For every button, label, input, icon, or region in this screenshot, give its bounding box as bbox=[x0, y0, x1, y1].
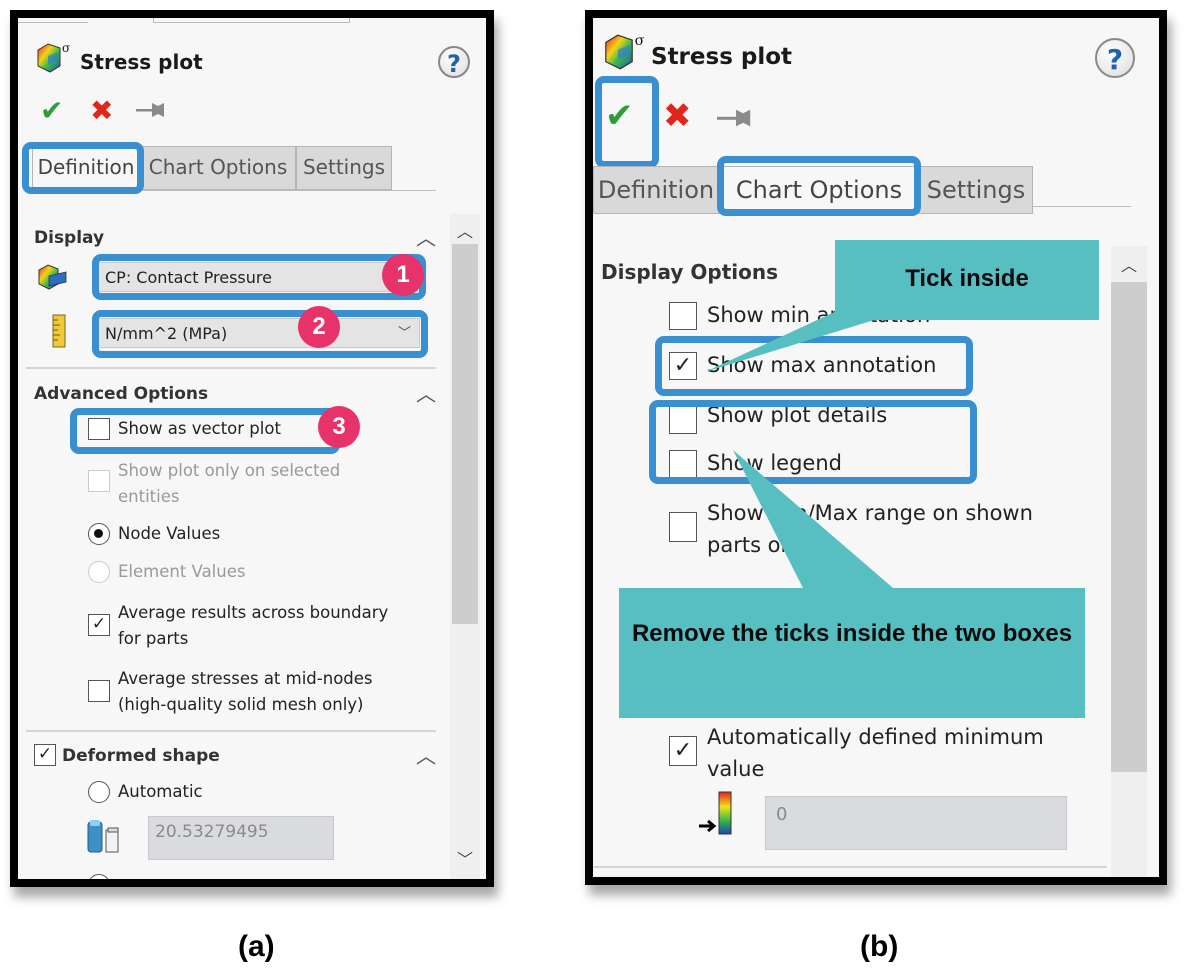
step-badge-1: 1 bbox=[382, 254, 424, 296]
show-selected-entities-checkbox[interactable] bbox=[88, 470, 110, 492]
scrollbar-thumb[interactable] bbox=[452, 244, 478, 624]
collapse-deformed-icon[interactable]: ︿ bbox=[416, 740, 436, 769]
remove-ticks-pointer bbox=[733, 450, 893, 588]
stress-plot-panel-chart-options: σ Stress plot ? ✔ ✖ Definition Chart Opt… bbox=[585, 10, 1167, 885]
scroll-down-icon[interactable]: ﹀ bbox=[450, 846, 480, 870]
caption-b: (b) bbox=[860, 930, 899, 963]
check-icon: ✓ bbox=[91, 614, 107, 634]
average-boundary-label-1: Average results across boundary bbox=[118, 603, 389, 622]
advanced-options-heading: Advanced Options bbox=[34, 384, 209, 404]
step-badge-2: 2 bbox=[298, 306, 340, 348]
callout-pointers bbox=[705, 308, 913, 588]
close-icon: ✖ bbox=[90, 94, 114, 127]
deformed-shape-checkbox[interactable]: ✓ bbox=[34, 744, 56, 766]
ok-button[interactable]: ✔ bbox=[40, 94, 63, 127]
stress-plot-icon: σ bbox=[37, 41, 70, 73]
section-divider bbox=[26, 730, 436, 732]
show-selected-entities-label-2: entities bbox=[118, 487, 180, 506]
highlight-definition-tab bbox=[22, 142, 144, 194]
display-heading: Display bbox=[34, 228, 105, 248]
element-values-radio[interactable] bbox=[88, 561, 110, 583]
highlight-units-select bbox=[92, 310, 428, 358]
collapse-advanced-icon[interactable]: ︿ bbox=[416, 378, 436, 407]
tick-inside-callout: Tick inside bbox=[835, 240, 1099, 320]
tab-chart-options[interactable]: Chart Options bbox=[140, 146, 296, 190]
caption-a: (a) bbox=[238, 930, 275, 963]
top-strip bbox=[153, 18, 350, 23]
average-mid-nodes-checkbox[interactable] bbox=[88, 680, 110, 702]
stress-plot-panel-definition: σ Stress plot ? ✔ ✖ Definition Chart Opt… bbox=[10, 10, 494, 887]
tab-settings[interactable]: Settings bbox=[296, 146, 392, 190]
units-ruler-icon bbox=[52, 314, 66, 348]
automatic-radio[interactable] bbox=[88, 781, 110, 803]
highlight-result-field bbox=[92, 254, 426, 300]
check-icon: ✔ bbox=[40, 94, 64, 127]
radio-selected-dot bbox=[94, 880, 103, 887]
true-scale-radio[interactable] bbox=[88, 874, 110, 887]
average-boundary-checkbox[interactable]: ✓ bbox=[88, 614, 110, 636]
scroll-up-icon[interactable]: ︿ bbox=[450, 218, 480, 242]
pin-icon bbox=[136, 103, 164, 117]
pin-button[interactable] bbox=[136, 100, 168, 120]
scrollbar[interactable]: ︿ ﹀ bbox=[450, 214, 480, 879]
automatic-label: Automatic bbox=[118, 782, 203, 801]
node-values-label: Node Values bbox=[118, 524, 221, 543]
average-mid-nodes-label-2: (high-quality solid mesh only) bbox=[118, 695, 364, 714]
cancel-button[interactable]: ✖ bbox=[90, 94, 113, 127]
result-type-icon bbox=[38, 264, 67, 290]
collapse-display-icon[interactable]: ︿ bbox=[416, 222, 436, 251]
average-boundary-label-2: for parts bbox=[118, 629, 189, 648]
element-values-label: Element Values bbox=[118, 562, 246, 581]
remove-ticks-callout: Remove the ticks inside the two boxes bbox=[619, 588, 1085, 718]
top-strip bbox=[18, 18, 88, 23]
panel-title: Stress plot bbox=[80, 50, 203, 74]
radio-selected-dot bbox=[94, 529, 103, 538]
show-selected-entities-label-1: Show plot only on selected bbox=[118, 461, 341, 480]
check-icon: ✓ bbox=[37, 744, 53, 764]
deformed-shape-heading: Deformed shape bbox=[62, 746, 220, 766]
section-divider bbox=[26, 367, 436, 369]
help-button[interactable]: ? bbox=[438, 46, 470, 78]
step-badge-3: 3 bbox=[318, 406, 360, 448]
deformation-scale-icon bbox=[87, 820, 119, 853]
deformation-scale-field[interactable]: 20.53279495 bbox=[148, 816, 334, 860]
svg-text:σ: σ bbox=[62, 41, 70, 55]
node-values-radio[interactable] bbox=[88, 523, 110, 545]
average-mid-nodes-label-1: Average stresses at mid-nodes bbox=[118, 669, 373, 688]
highlight-vector-plot bbox=[70, 408, 340, 454]
